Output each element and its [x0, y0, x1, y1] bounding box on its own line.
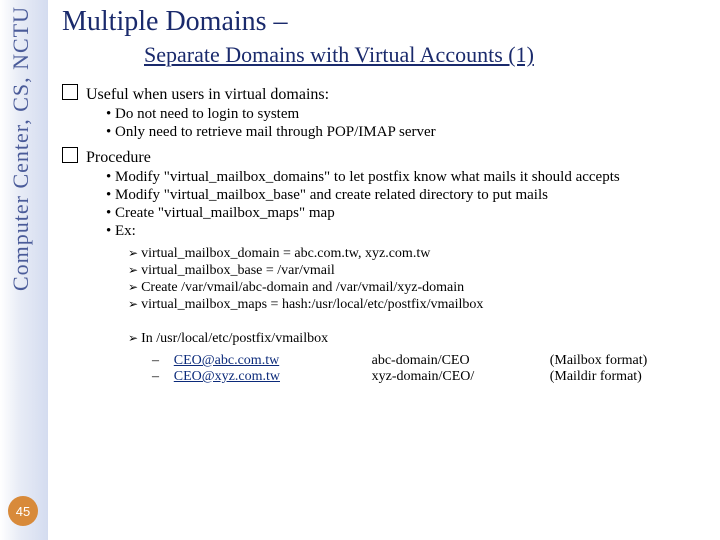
example-line: virtual_mailbox_base = /var/vmail	[128, 263, 708, 279]
bullet-procedure: Procedure Modify "virtual_mailbox_domain…	[62, 147, 708, 385]
email-link[interactable]: CEO@abc.com.tw	[174, 353, 279, 368]
page-number: 45	[8, 496, 38, 526]
sub-bullet: Ex:	[106, 223, 708, 240]
format-cell: (Maildir format)	[550, 369, 708, 385]
checkbox-icon	[62, 84, 78, 100]
bullet-text: Useful when users in virtual domains:	[86, 86, 329, 103]
email-link[interactable]: CEO@xyz.com.tw	[174, 369, 280, 384]
example-line: In /usr/local/etc/postfix/vmailbox	[128, 331, 708, 347]
sub-bullet: Modify "virtual_mailbox_domains" to let …	[106, 169, 708, 186]
sub-bullet: Only need to retrieve mail through POP/I…	[106, 124, 708, 141]
sidebar: Computer Center, CS, NCTU 45	[0, 0, 48, 540]
example-line: virtual_mailbox_domain = abc.com.tw, xyz…	[128, 246, 708, 262]
institution-label: Computer Center, CS, NCTU	[8, 6, 34, 291]
sub-bullet: Do not need to login to system	[106, 106, 708, 123]
checkbox-icon	[62, 147, 78, 163]
format-cell: (Mailbox format)	[550, 353, 708, 369]
slide-content: Multiple Domains – Separate Domains with…	[62, 6, 708, 389]
directory-cell: abc-domain/CEO	[372, 353, 550, 369]
table-row: – CEO@abc.com.tw abc-domain/CEO (Mailbox…	[152, 353, 708, 369]
slide-subtitle: Separate Domains with Virtual Accounts (…	[144, 42, 708, 68]
table-row: – CEO@xyz.com.tw xyz-domain/CEO/ (Maildi…	[152, 369, 708, 385]
sub-bullet: Modify "virtual_mailbox_base" and create…	[106, 187, 708, 204]
directory-cell: xyz-domain/CEO/	[372, 369, 550, 385]
slide-title: Multiple Domains –	[62, 6, 708, 38]
example-line: Create /var/vmail/abc-domain and /var/vm…	[128, 280, 708, 296]
example-line: virtual_mailbox_maps = hash:/usr/local/e…	[128, 297, 708, 313]
bullet-text: Procedure	[86, 149, 151, 166]
mapping-table: – CEO@abc.com.tw abc-domain/CEO (Mailbox…	[152, 353, 708, 385]
bullet-useful: Useful when users in virtual domains: Do…	[62, 84, 708, 141]
sub-bullet: Create "virtual_mailbox_maps" map	[106, 205, 708, 222]
